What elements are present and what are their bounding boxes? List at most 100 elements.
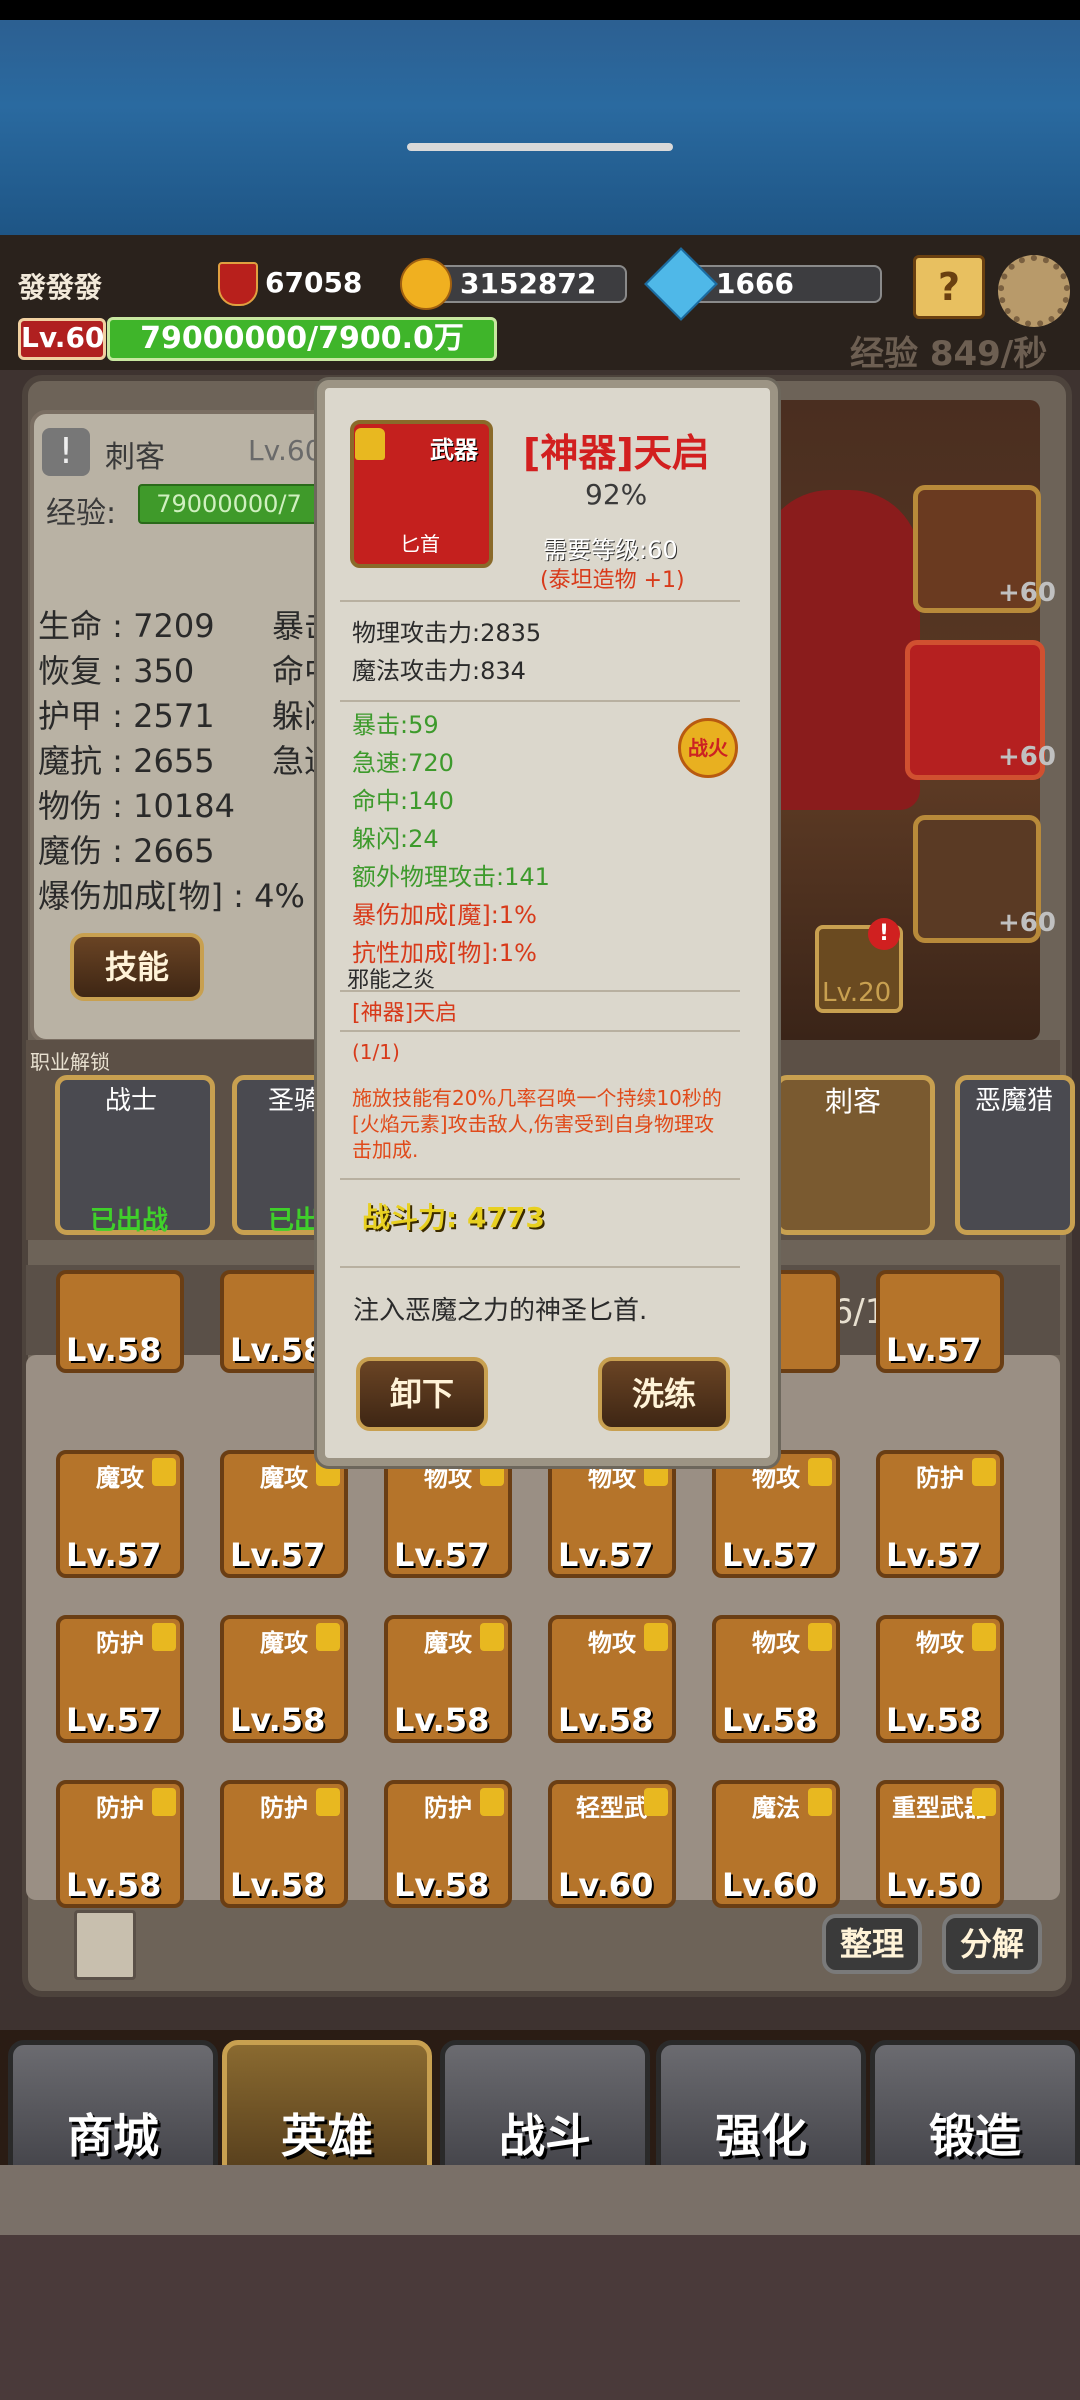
hero-sprite[interactable] [760,490,920,810]
lock-icon [972,1623,996,1651]
player-name: 發發發 [18,271,103,304]
top-backdrop [0,0,1080,235]
inventory-item[interactable]: 防护 Lv.58 [384,1780,512,1908]
tooltip-base-stats: 物理攻击力:2835 魔法攻击力:834 [352,614,541,690]
tooltip-crit-dmg-magic: 暴伤加成[魔]:1% [352,901,537,929]
tooltip-divider-1 [340,600,740,602]
item-level: Lv.57 [886,1536,982,1574]
lock-icon [152,1788,176,1816]
shield-icon [218,262,258,306]
gold-plus-icon[interactable] [400,258,452,310]
lock-icon[interactable] [355,428,385,460]
tooltip-divider-6 [340,1266,740,1268]
bag-icon[interactable] [74,1910,136,1980]
sort-button[interactable]: 整理 [822,1914,922,1974]
nav-hero-label: 英雄 [281,2109,373,2163]
tooltip-divider-5 [340,1178,740,1180]
alert-badge-icon: ! [868,918,900,950]
lock-icon [152,1458,176,1486]
inventory-item[interactable]: 魔攻 Lv.58 [384,1615,512,1743]
power-value: 67058 [265,266,363,299]
diamond-value: 1666 [716,267,794,300]
inventory-item[interactable]: 防护 Lv.57 [56,1615,184,1743]
inventory-item[interactable]: 物攻 Lv.58 [712,1615,840,1743]
hero-exp-bar: 79000000/7 [138,484,320,524]
class-name-paladin: 圣骑 [268,1086,321,1116]
inventory-item[interactable]: 物攻 Lv.57 [384,1450,512,1578]
stat-phys-dmg: 物伤 : 10184 [38,787,235,825]
hero-exp-label: 经验: [46,496,117,531]
reroll-button[interactable]: 洗练 [598,1357,730,1431]
lock-icon [808,1788,832,1816]
help-book-icon[interactable]: ? [913,255,985,319]
skill-button[interactable]: 技能 [70,933,204,1001]
tooltip-red-stats: 暴伤加成[魔]:1% 抗性加成[物]:1% [352,896,537,972]
unequip-button[interactable]: 卸下 [356,1357,488,1431]
lock-icon [152,1623,176,1651]
item-level: Lv.50 [886,1866,982,1904]
exp-rate: 经验 849/秒 [850,334,1048,374]
class-name-assassin: 刺客 [825,1085,882,1118]
inventory-item[interactable]: 物攻 Lv.58 [876,1615,1004,1743]
inventory-item[interactable]: Lv.57 [876,1270,1004,1373]
inventory-item[interactable]: 防护 Lv.57 [876,1450,1004,1578]
inventory-item[interactable]: 魔攻 Lv.57 [220,1450,348,1578]
class-unlock-title: 职业解锁 [30,1050,110,1074]
lock-icon [480,1788,504,1816]
gear-icon[interactable] [998,255,1070,327]
stat-crit-bonus: 爆伤加成[物] : 4% [38,877,305,915]
lock-icon [972,1788,996,1816]
lock-icon [316,1788,340,1816]
level-badge: Lv.60 [18,318,106,360]
tooltip-set-count: (1/1) [352,1040,400,1064]
item-level: Lv.58 [558,1701,654,1739]
tooltip-divider-3 [340,990,740,992]
lock-icon [316,1623,340,1651]
item-level: Lv.57 [230,1536,326,1574]
item-level: Lv.58 [394,1866,490,1904]
tooltip-dodge: 躲闪:24 [352,825,439,853]
item-level: Lv.57 [722,1536,818,1574]
item-level: Lv.57 [886,1331,982,1369]
rune-level: Lv.20 [822,978,892,1008]
inventory-item[interactable]: 魔攻 Lv.58 [220,1615,348,1743]
lock-icon [480,1623,504,1651]
item-level: Lv.58 [722,1701,818,1739]
tooltip-quality: 92% [585,478,648,511]
class-status-paladin: 已出 [268,1206,321,1236]
stat-magic-dmg: 魔伤 : 2665 [38,832,215,870]
stat-armor: 护甲 : 2571 [38,697,215,735]
tooltip-slot-type: 武器 [430,436,478,464]
drag-handle[interactable] [407,143,673,151]
stat-regen: 恢复 : 350 [38,652,195,690]
inventory-item[interactable]: 魔法 Lv.60 [712,1780,840,1908]
nav-shop-label: 商城 [67,2109,159,2163]
stat-magic-resist: 魔抗 : 2655 [38,742,215,780]
lock-icon [972,1458,996,1486]
tooltip-combat-power: 战斗力: 4773 [362,1201,545,1234]
nav-forge-label: 锻造 [929,2109,1021,2163]
inventory-item[interactable]: 防护 Lv.58 [56,1780,184,1908]
equip-plus-2: +60 [998,742,1056,772]
tooltip-title: [神器]天启 [523,431,710,475]
tooltip-set-effect: 施放技能有20%几率召唤一个持续10秒的[火焰元素]攻击敌人,伤害受到自身物理攻… [352,1086,722,1162]
inventory-item[interactable]: 重型武器 Lv.50 [876,1780,1004,1908]
inventory-item[interactable]: 物攻 Lv.57 [712,1450,840,1578]
inventory-item[interactable]: Lv.58 [56,1270,184,1373]
dismantle-button[interactable]: 分解 [942,1914,1042,1974]
inventory-item[interactable]: 轻型武 Lv.60 [548,1780,676,1908]
item-level: Lv.58 [230,1331,326,1369]
inventory-item[interactable]: 防护 Lv.58 [220,1780,348,1908]
item-level: Lv.57 [558,1536,654,1574]
equip-plus-1: +60 [998,578,1056,608]
inventory-item[interactable]: 物攻 Lv.57 [548,1450,676,1578]
inventory-item[interactable]: 魔攻 Lv.57 [56,1450,184,1578]
tooltip-haste: 急速:720 [352,749,454,777]
lock-icon [644,1788,668,1816]
item-level: Lv.58 [66,1866,162,1904]
ground-decoration [0,2235,1080,2400]
item-level: Lv.58 [230,1701,326,1739]
tooltip-required-level: 需要等级:60 [543,536,678,564]
tooltip-craft-note: (泰坦造物 +1) [540,568,685,593]
inventory-item[interactable]: 物攻 Lv.58 [548,1615,676,1743]
